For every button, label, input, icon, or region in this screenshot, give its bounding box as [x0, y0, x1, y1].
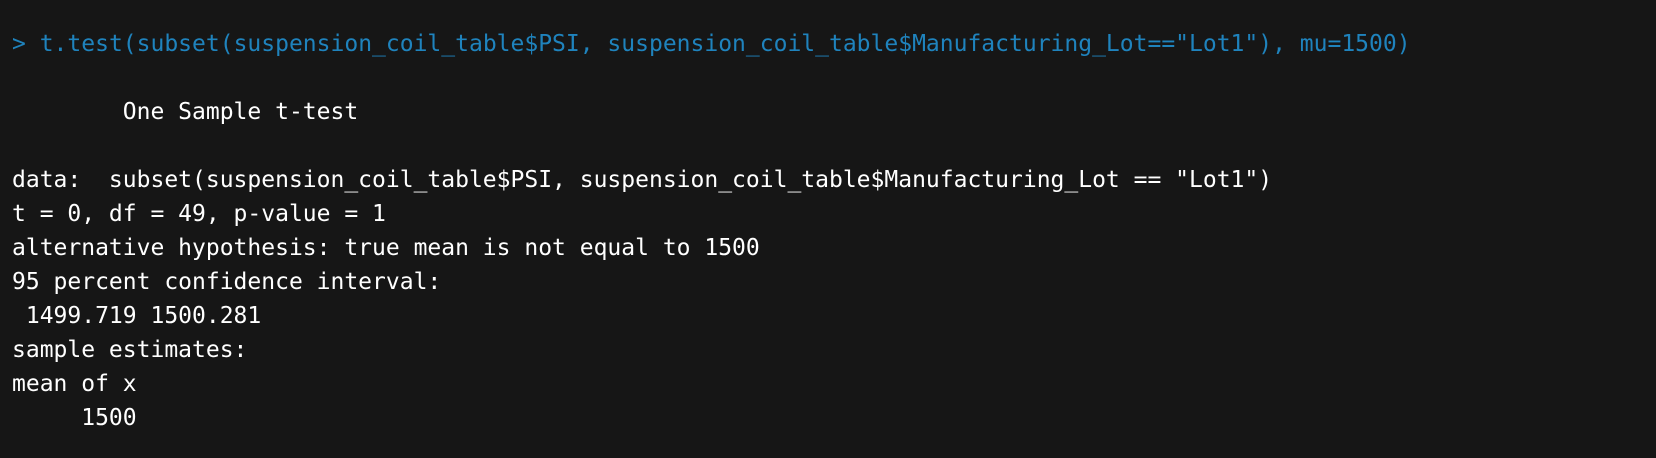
output-ci-values: 1499.719 1500.281	[12, 303, 262, 329]
output-ci-label: 95 percent confidence interval:	[12, 269, 442, 295]
console-prompt: >	[12, 31, 40, 57]
output-estimate-value: 1500	[12, 405, 137, 431]
output-stats-line: t = 0, df = 49, p-value = 1	[12, 201, 386, 227]
output-data-line: data: subset(suspension_coil_table$PSI, …	[12, 167, 1273, 193]
command-line: > t.test(subset(suspension_coil_table$PS…	[12, 27, 1656, 61]
output-estimates-label: sample estimates:	[12, 337, 248, 363]
output-estimate-name: mean of x	[12, 371, 137, 397]
command-text: t.test(subset(suspension_coil_table$PSI,…	[39, 31, 1411, 57]
test-title: One Sample t-test	[12, 99, 359, 125]
r-console[interactable]: > t.test(subset(suspension_coil_table$PS…	[0, 0, 1656, 458]
output-alternative-line: alternative hypothesis: true mean is not…	[12, 235, 760, 261]
